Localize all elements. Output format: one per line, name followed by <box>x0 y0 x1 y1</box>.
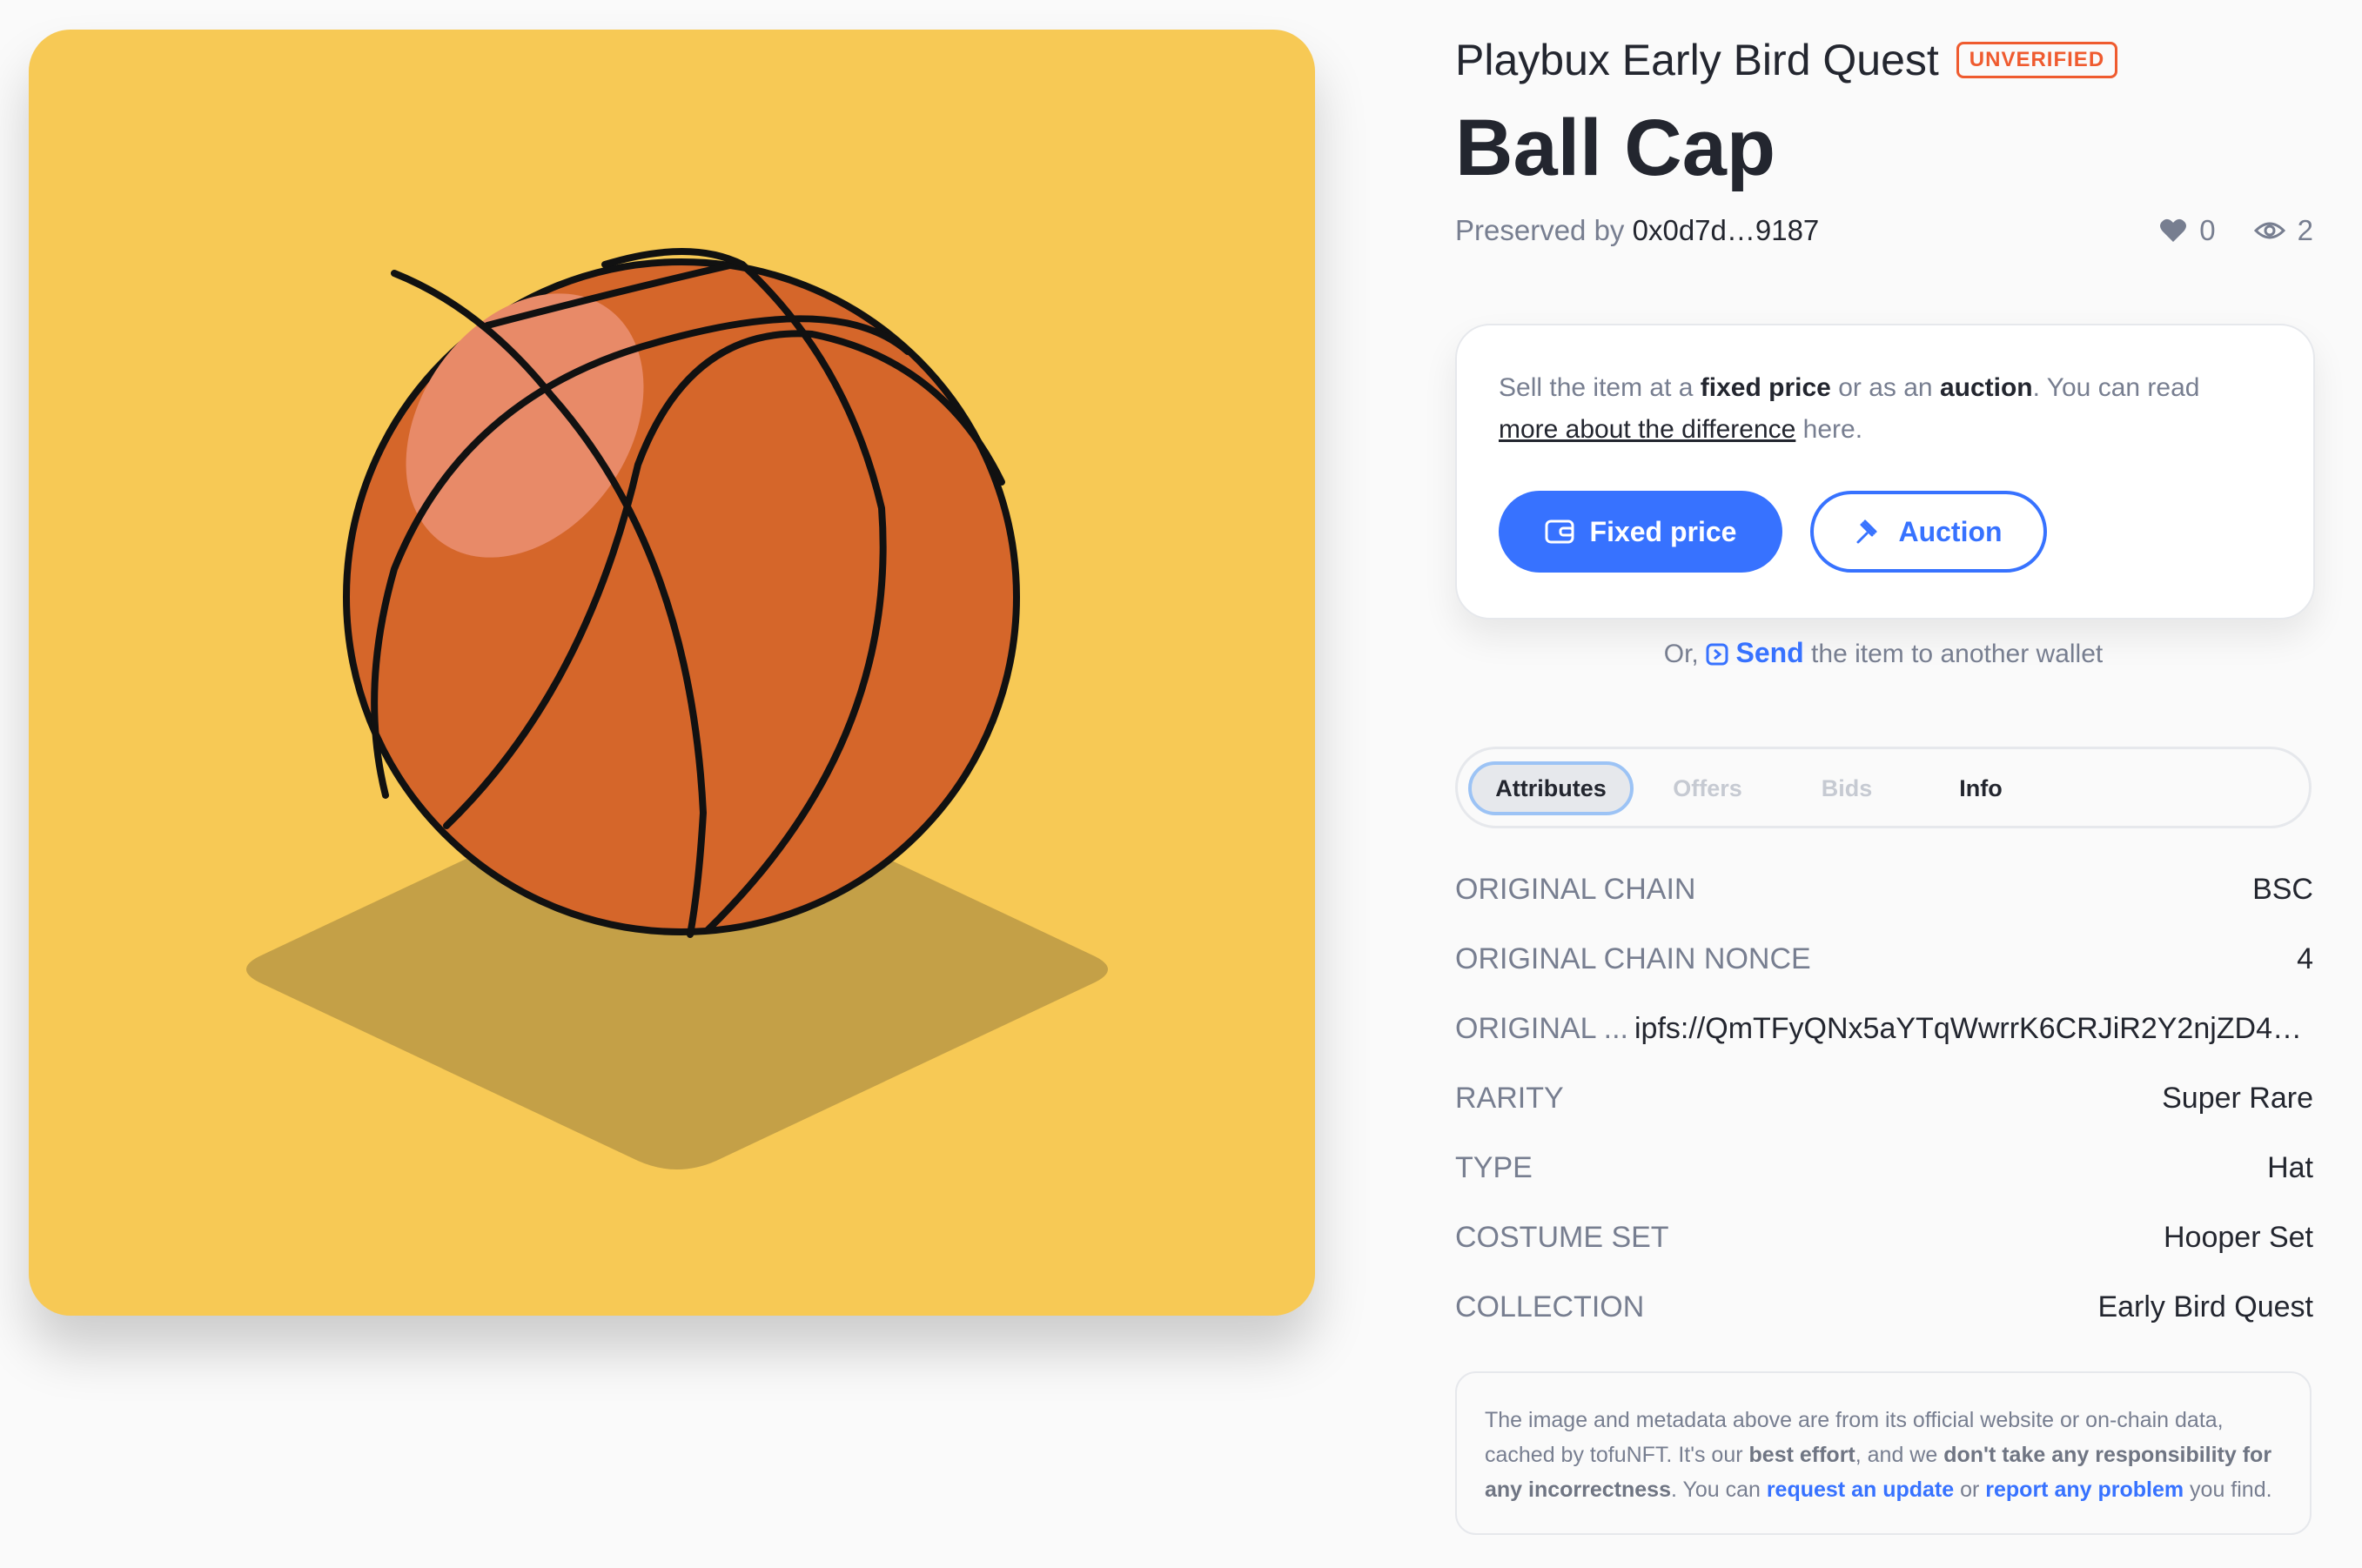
views-count: 2 <box>2297 214 2313 246</box>
wallet-icon <box>1545 519 1574 544</box>
tab-attributes[interactable]: Attributes <box>1468 761 1634 815</box>
fixed-price-button[interactable]: Fixed price <box>1499 491 1782 573</box>
tab-bids[interactable]: Bids <box>1808 761 1886 815</box>
difference-link[interactable]: more about the difference <box>1499 415 1795 444</box>
attribute-row: ORIGINAL CHAIN BSC <box>1455 873 2313 906</box>
item-title: Ball Cap <box>1455 104 1776 192</box>
unverified-badge: UNVERIFIED <box>1956 42 2118 78</box>
likes-stat[interactable]: 0 <box>2159 214 2216 247</box>
basketball-illustration <box>246 248 1108 1169</box>
attribute-row: TYPE Hat <box>1455 1151 2313 1184</box>
sell-description: Sell the item at a fixed price or as an … <box>1499 373 2200 444</box>
nft-artwork[interactable] <box>29 30 1315 1316</box>
attribute-row: COSTUME SET Hooper Set <box>1455 1221 2313 1254</box>
auction-label: Auction <box>1898 515 2003 547</box>
auction-button[interactable]: Auction <box>1810 491 2047 573</box>
eye-icon <box>2253 222 2285 239</box>
tab-offers[interactable]: Offers <box>1660 761 1755 815</box>
tab-info[interactable]: Info <box>1942 761 2020 815</box>
likes-count: 0 <box>2199 214 2216 246</box>
preserved-by-label: Preserved by <box>1455 214 1625 246</box>
owner-row: Preserved by 0x0d7d…9187 0 2 <box>1455 214 2313 247</box>
attributes-list: ORIGINAL CHAIN BSC ORIGINAL CHAIN NONCE 4 … <box>1455 873 2313 1360</box>
sell-card: Sell the item at a fixed price or as an … <box>1455 324 2315 620</box>
views-stat: 2 <box>2253 214 2313 247</box>
gavel-icon <box>1856 519 1877 544</box>
heart-icon <box>2160 218 2187 242</box>
metadata-disclaimer: The image and metadata above are from it… <box>1455 1371 2312 1535</box>
send-row: Or, Send the item to another wallet <box>1663 637 2104 668</box>
attribute-row: ORIGINAL CHAIN NONCE 4 <box>1455 942 2313 975</box>
collection-row: Playbux Early Bird Quest UNVERIFIED <box>1455 35 2118 85</box>
collection-name[interactable]: Playbux Early Bird Quest <box>1455 35 1939 85</box>
owner-address[interactable]: 0x0d7d…9187 <box>1633 214 1820 246</box>
report-problem-link[interactable]: report any problem <box>1985 1478 2184 1502</box>
attribute-row: ORIGINAL ... ipfs://QmTFyQNx5aYTqWwrrK6CR… <box>1455 1012 2313 1045</box>
send-icon <box>1706 643 1728 666</box>
item-stats: 0 2 <box>2159 214 2313 247</box>
attribute-row: RARITY Super Rare <box>1455 1082 2313 1115</box>
fixed-price-label: Fixed price <box>1589 515 1737 547</box>
attribute-row: COLLECTION Early Bird Quest <box>1455 1290 2313 1323</box>
request-update-link[interactable]: request an update <box>1767 1478 1954 1502</box>
send-link[interactable]: Send <box>1735 637 1803 668</box>
tab-bar: Attributes Offers Bids Info <box>1455 747 2312 828</box>
